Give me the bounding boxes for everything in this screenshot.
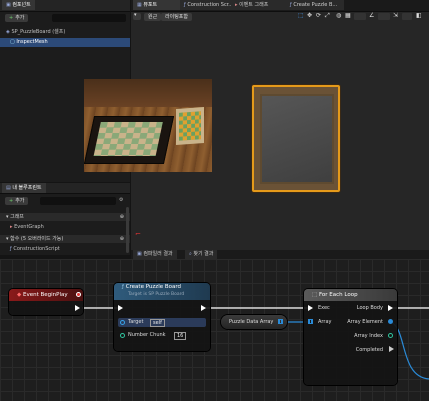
- graphs-section-header[interactable]: ▾ 그래프 ⊕: [0, 213, 130, 221]
- puzzle-preview-image: [84, 79, 212, 172]
- component-root-item[interactable]: ◈ SP_PuzzleBoard (셀프): [0, 28, 130, 37]
- grid-snap-value[interactable]: [354, 13, 366, 20]
- array-in-pin[interactable]: [308, 319, 313, 324]
- tab-viewport[interactable]: ▦ 뷰포트: [133, 0, 185, 10]
- macro-icon: ⬚: [312, 292, 319, 298]
- preview-card-art: [179, 111, 201, 141]
- loop-body-pin[interactable]: [388, 305, 393, 311]
- array-index-pin[interactable]: [388, 333, 393, 338]
- snap-icon[interactable]: ▦: [345, 12, 351, 19]
- target-pin[interactable]: [120, 320, 125, 325]
- functions-section-header[interactable]: ▾ 함수 (5 오버라이드 가능) ⊕: [0, 235, 130, 243]
- construction-script-item[interactable]: ƒ ConstructionScript: [0, 245, 130, 254]
- preview-board: [84, 116, 175, 164]
- array-element-label: Array Element: [347, 319, 383, 325]
- target-row: Target self: [118, 318, 206, 327]
- number-chunk-row: Number Chunk 16: [118, 331, 206, 340]
- target-label: Target: [128, 319, 144, 325]
- for-each-loop-header: ⬚ For Each Loop: [304, 289, 397, 301]
- angle-snap-icon[interactable]: ∠: [369, 12, 374, 19]
- angle-snap-value[interactable]: [378, 13, 390, 20]
- world-icon[interactable]: ◍: [336, 12, 341, 19]
- tab-create-puzzle-board[interactable]: ƒ Create Puzzle B...: [286, 0, 344, 10]
- components-search[interactable]: [52, 14, 126, 22]
- board-inner-tray: [260, 94, 334, 184]
- number-chunk-label: Number Chunk: [128, 332, 166, 338]
- add-function-icon[interactable]: ⊕: [120, 235, 124, 243]
- viewport-tab-bar: ▦ 뷰포트 ƒ Construction Scr... ▸ 이벤트 그래프 ƒ …: [131, 0, 429, 12]
- tab-event-graph[interactable]: ▸ 이벤트 그래프: [231, 0, 291, 10]
- exec-in-pin[interactable]: [118, 305, 123, 311]
- loop-body-label: Loop Body: [356, 305, 383, 311]
- array-element-pin[interactable]: [388, 319, 393, 324]
- scale-icon[interactable]: ⤢: [325, 12, 330, 20]
- array-label: Array: [318, 319, 332, 325]
- exec-out-pin[interactable]: [201, 305, 206, 311]
- add-graph-icon[interactable]: ⊕: [120, 213, 124, 221]
- function-title: ƒ Create Puzzle Board: [122, 284, 182, 290]
- tab-construction-script[interactable]: ƒ Construction Scr...: [180, 0, 236, 10]
- function-subtitle: Target is SP Puzzle Board: [128, 292, 185, 297]
- plus-icon: +: [9, 198, 14, 204]
- puzzle-data-array-label: Puzzle Data Array: [229, 319, 274, 325]
- completed-pin[interactable]: [389, 346, 394, 352]
- camera-speed-icon[interactable]: ◧: [416, 12, 422, 19]
- my-blueprint-panel: ▤ 내 블루프린트 + 추가 ⚙ ▾ 그래프 ⊕ ▸ EventGraph ▾ 함…: [0, 183, 130, 255]
- for-each-loop-node[interactable]: ⬚ For Each Loop Exec Array Loop Body Arr…: [304, 289, 397, 385]
- add-component-button[interactable]: + 추가: [5, 14, 29, 22]
- exec-label: Exec: [318, 305, 330, 311]
- array-index-label: Array Index: [354, 333, 383, 339]
- event-beginplay-node[interactable]: ◆ Event BeginPlay: [9, 289, 83, 315]
- delegate-pin[interactable]: [76, 292, 81, 297]
- menu-icon: ▾: [134, 12, 137, 18]
- lit-button[interactable]: 라이팅포함: [161, 13, 193, 21]
- puzzle-data-array-node[interactable]: Puzzle Data Array: [221, 315, 287, 329]
- event-graph-item[interactable]: ▸ EventGraph: [0, 223, 130, 232]
- rotate-icon[interactable]: ⟳: [316, 12, 321, 19]
- tab-compiler-results[interactable]: ▣ 컴파일러 결과: [133, 250, 177, 259]
- scrollbar[interactable]: [126, 207, 129, 253]
- plus-icon: +: [9, 15, 14, 21]
- tab-find-results[interactable]: ⌕ 찾기 결과: [185, 250, 218, 259]
- target-value[interactable]: self: [150, 319, 165, 327]
- add-blueprint-item-button[interactable]: + 추가: [5, 197, 29, 205]
- puzzle-board-mesh: [252, 85, 340, 192]
- move-icon[interactable]: ✥: [307, 12, 312, 19]
- my-blueprint-header: ▤ 내 블루프린트: [0, 183, 130, 194]
- viewport-toolbar: ▾ 원근 라이팅포함 ⬚ ✥ ⟳ ⤢ ◍ ▦ ∠ ⇲ ◧: [131, 12, 429, 22]
- perspective-button[interactable]: 원근: [144, 13, 162, 21]
- preview-card: [176, 107, 204, 145]
- component-inspectmesh-item[interactable]: ▢ InspectMesh: [0, 38, 130, 47]
- select-mode-icon[interactable]: ⬚: [298, 12, 304, 19]
- tab-my-blueprint[interactable]: ▤ 내 블루프린트: [2, 183, 46, 193]
- exec-in-pin[interactable]: [308, 305, 313, 311]
- number-chunk-value[interactable]: 16: [174, 332, 187, 340]
- tab-components[interactable]: ▣ 컴포넌트: [2, 0, 35, 10]
- create-puzzle-board-node[interactable]: ƒ Create Puzzle Board Target is SP Puzzl…: [114, 283, 210, 351]
- number-chunk-pin[interactable]: [120, 333, 125, 338]
- scale-snap-value[interactable]: [402, 13, 412, 20]
- gear-icon[interactable]: ⚙: [119, 197, 123, 203]
- create-puzzle-board-header: ƒ Create Puzzle Board Target is SP Puzzl…: [114, 283, 210, 300]
- axis-gizmo-icon: ⌐: [135, 230, 141, 238]
- graph-editor[interactable]: ◆ Event BeginPlay ƒ Create Puzzle Board …: [0, 259, 429, 401]
- components-header: ▣ 컴포넌트: [0, 0, 130, 12]
- completed-label: Completed: [355, 347, 383, 353]
- blueprint-search[interactable]: [40, 197, 116, 205]
- viewport-menu-button[interactable]: ▾: [133, 12, 141, 20]
- array-out-pin[interactable]: [278, 319, 283, 324]
- preview-board-tiles: [93, 122, 163, 156]
- exec-out-pin[interactable]: [75, 305, 80, 311]
- scale-snap-icon[interactable]: ⇲: [393, 12, 398, 19]
- event-beginplay-header: ◆ Event BeginPlay: [9, 289, 83, 301]
- bottom-tab-bar: ▣ 컴파일러 결과 ⌕ 찾기 결과: [131, 250, 429, 259]
